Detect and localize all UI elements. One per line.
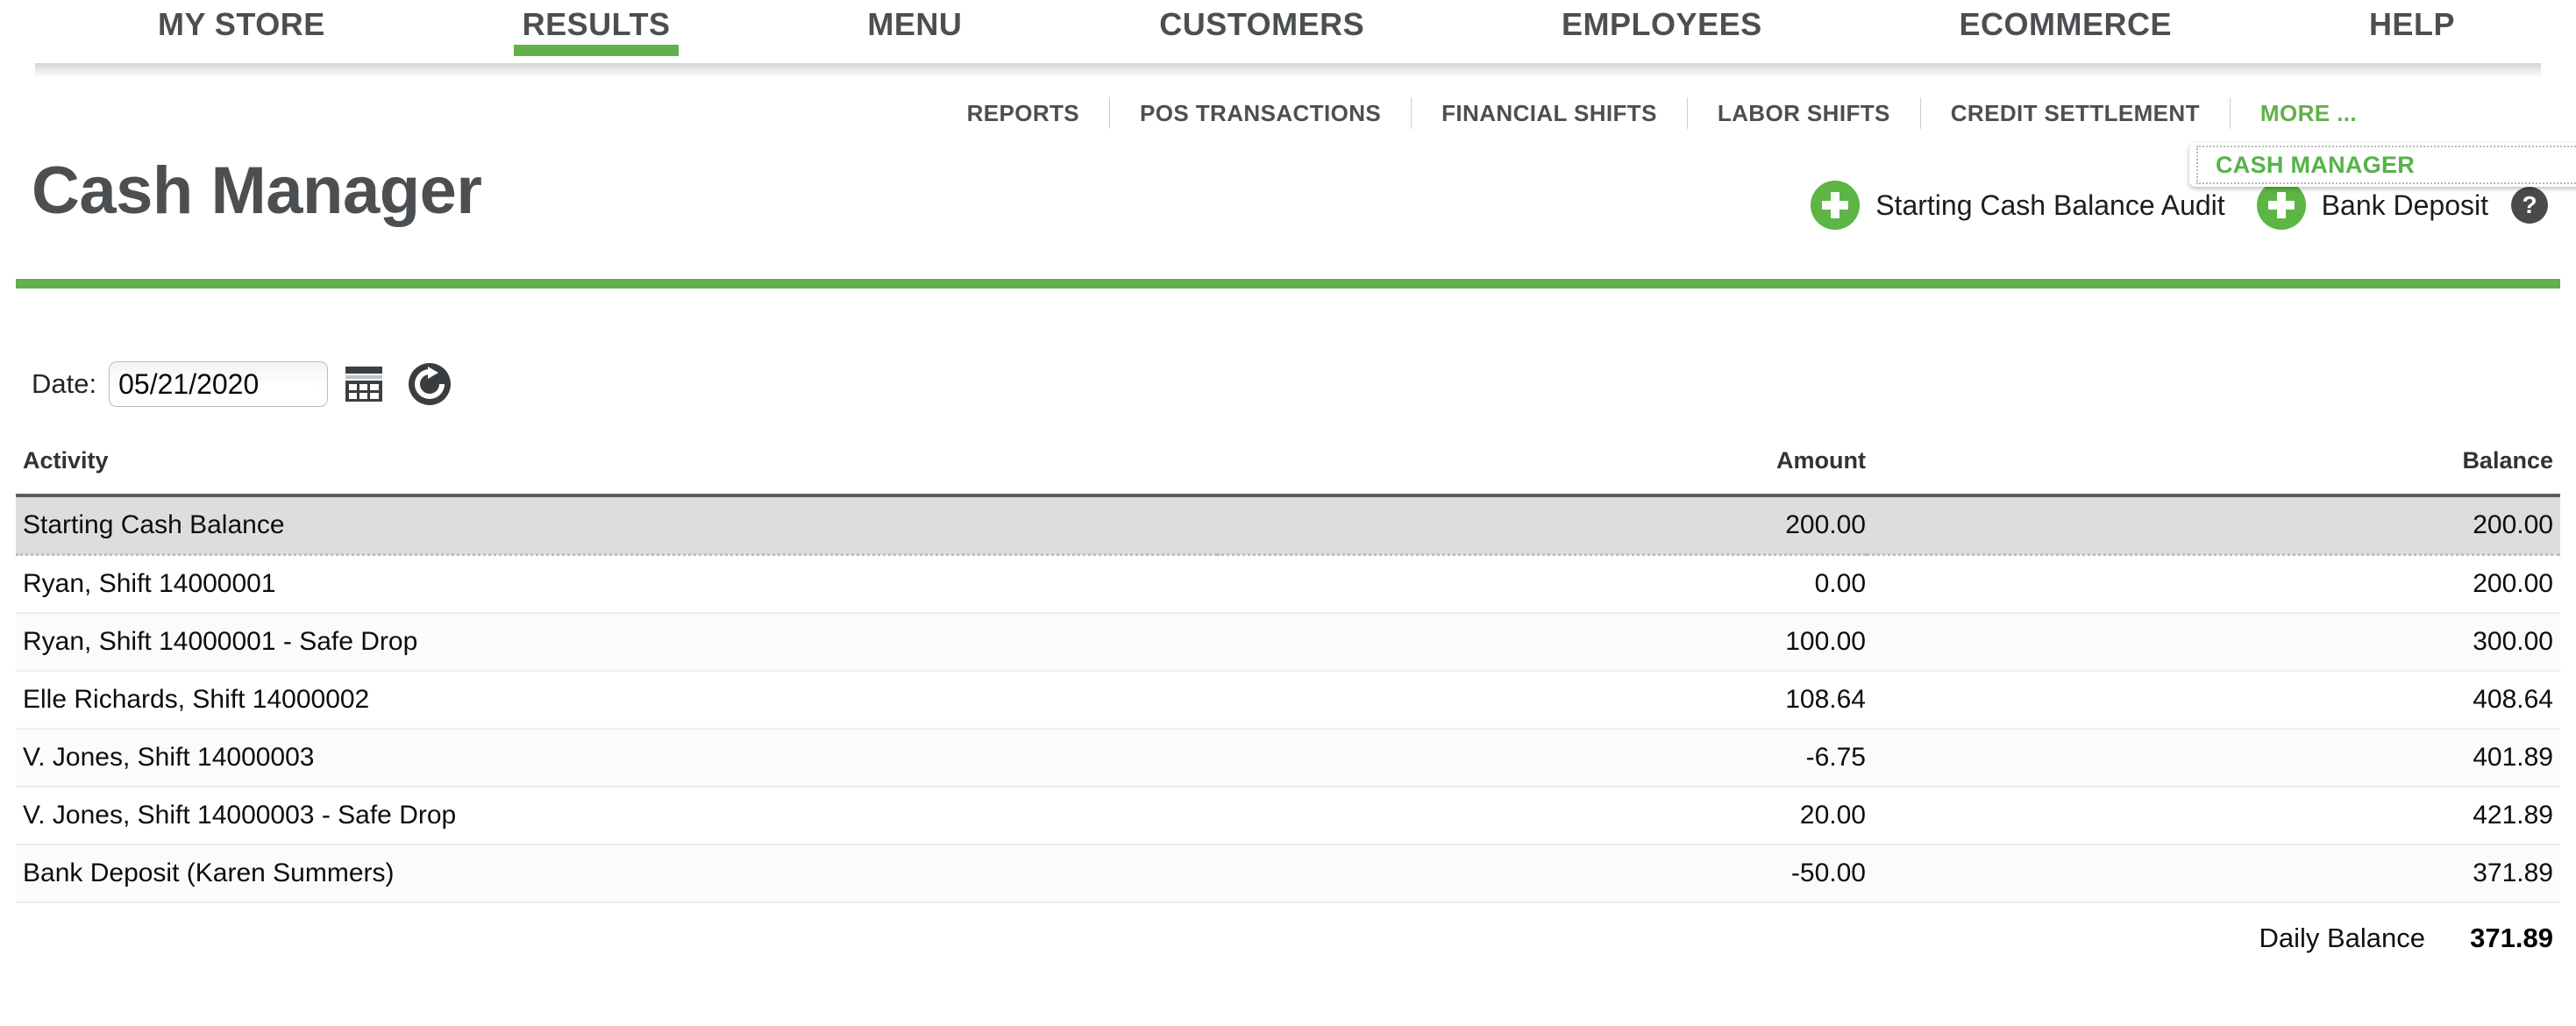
cell-balance: 371.89 xyxy=(2473,859,2553,887)
secondary-nav-item-pos-transactions[interactable]: POS TRANSACTIONS xyxy=(1110,102,1411,125)
primary-nav-item-customers[interactable]: CUSTOMERS xyxy=(1150,0,1373,56)
table-header: Activity Amount Balance xyxy=(16,447,2560,495)
page-title: Cash Manager xyxy=(32,153,482,228)
cell-activity: Starting Cash Balance xyxy=(23,510,285,539)
primary-nav-item-label: CUSTOMERS xyxy=(1159,6,1365,42)
primary-navigation-bar: MY STORE RESULTS MENU CUSTOMERS EMPLOYEES ECO… xyxy=(0,0,2576,63)
calendar-icon[interactable] xyxy=(342,362,386,406)
more-dropdown-panel: CASH MANAGER xyxy=(2189,143,2576,187)
bank-deposit-label: Bank Deposit xyxy=(2321,189,2488,221)
primary-nav-item-label: HELP xyxy=(2368,6,2455,42)
primary-nav-item-label: ECOMMERCE xyxy=(1959,6,2173,42)
help-icon[interactable]: ? xyxy=(2511,187,2548,224)
table-row[interactable]: Elle Richards, Shift 14000002 108.64 408.6… xyxy=(16,671,2560,729)
secondary-nav-item-financial-shifts[interactable]: FINANCIAL SHIFTS xyxy=(1412,102,1687,125)
active-tab-underline xyxy=(513,45,680,56)
cell-balance: 300.00 xyxy=(2473,627,2553,656)
daily-balance-value: 371.89 xyxy=(2470,923,2553,953)
table-row[interactable]: Bank Deposit (Karen Summers) -50.00 371.89 xyxy=(16,844,2560,902)
primary-nav-item-ecommerce[interactable]: ECOMMERCE xyxy=(1951,0,2181,56)
primary-nav-item-results[interactable]: RESULTS xyxy=(513,0,680,56)
cell-activity: Elle Richards, Shift 14000002 xyxy=(23,685,370,714)
table-row[interactable]: Starting Cash Balance 200.00 200.00 xyxy=(16,495,2560,555)
cell-amount: 100.00 xyxy=(1785,627,1866,656)
cell-amount: 0.00 xyxy=(1814,569,1866,598)
cell-activity: Ryan, Shift 14000001 - Safe Drop xyxy=(23,627,418,656)
table-header-row: Activity Amount Balance xyxy=(16,447,2560,495)
daily-balance-label: Daily Balance xyxy=(2259,923,2425,953)
column-header-balance: Balance xyxy=(2462,447,2553,474)
primary-nav-item-help[interactable]: HELP xyxy=(2360,0,2464,56)
primary-nav-item-label: EMPLOYEES xyxy=(1562,6,1762,42)
date-input[interactable] xyxy=(109,361,329,407)
table-row[interactable]: Ryan, Shift 14000001 - Safe Drop 100.00 30… xyxy=(16,613,2560,671)
column-header-activity: Activity xyxy=(23,447,109,474)
refresh-icon[interactable] xyxy=(407,361,452,407)
daily-balance-summary: Daily Balance 371.89 xyxy=(2259,923,2553,954)
filter-bar: Date: xyxy=(32,361,452,407)
primary-nav-item-label: MENU xyxy=(867,6,963,42)
primary-nav-item-employees[interactable]: EMPLOYEES xyxy=(1553,0,1771,56)
primary-nav-item-menu[interactable]: MENU xyxy=(858,0,971,56)
primary-nav-items: MY STORE RESULTS MENU CUSTOMERS EMPLOYEES ECO… xyxy=(149,0,2464,63)
cell-amount: -50.00 xyxy=(1790,859,1866,887)
cell-activity: Bank Deposit (Karen Summers) xyxy=(23,859,395,887)
date-label: Date: xyxy=(32,368,97,399)
cash-activity-table: Activity Amount Balance Starting Cash Ba… xyxy=(16,447,2560,903)
plus-circle-icon xyxy=(1811,181,1861,230)
secondary-navigation-bar: REPORTS POS TRANSACTIONS FINANCIAL SHIFTS L… xyxy=(0,88,2576,139)
cell-balance: 421.89 xyxy=(2473,801,2553,830)
help-glyph: ? xyxy=(2522,191,2537,218)
dropdown-item-label: CASH MANAGER xyxy=(2216,151,2416,178)
cell-balance: 200.00 xyxy=(2473,569,2553,598)
cell-amount: 200.00 xyxy=(1785,510,1866,539)
nav-divider-shadow xyxy=(0,63,2576,77)
cell-activity: V. Jones, Shift 14000003 - Safe Drop xyxy=(23,801,457,830)
cell-amount: 20.00 xyxy=(1799,801,1866,830)
cell-balance: 401.89 xyxy=(2473,743,2553,772)
plus-circle-icon xyxy=(2256,181,2306,230)
cell-activity: V. Jones, Shift 14000003 xyxy=(23,743,315,772)
cell-amount: 108.64 xyxy=(1785,685,1866,714)
table-row[interactable]: V. Jones, Shift 14000003 -6.75 401.89 xyxy=(16,729,2560,787)
cell-activity: Ryan, Shift 14000001 xyxy=(23,569,276,598)
column-header-amount: Amount xyxy=(1776,447,1866,474)
secondary-nav-item-labor-shifts[interactable]: LABOR SHIFTS xyxy=(1688,102,1920,125)
primary-nav-item-my-store[interactable]: MY STORE xyxy=(149,0,334,56)
cell-balance: 408.64 xyxy=(2473,685,2553,714)
cell-amount: -6.75 xyxy=(1805,743,1866,772)
table-row[interactable]: V. Jones, Shift 14000003 - Safe Drop 20.0… xyxy=(16,787,2560,844)
header-action-group: Starting Cash Balance Audit Bank Deposit… xyxy=(1779,181,2548,230)
bank-deposit-button[interactable]: Bank Deposit xyxy=(2256,181,2488,230)
starting-cash-balance-audit-label: Starting Cash Balance Audit xyxy=(1875,189,2225,221)
secondary-nav-item-reports[interactable]: REPORTS xyxy=(937,102,1109,125)
table-row[interactable]: Ryan, Shift 14000001 0.00 200.00 xyxy=(16,554,2560,613)
cell-balance: 200.00 xyxy=(2473,510,2553,539)
secondary-nav-item-more[interactable]: MORE ... xyxy=(2231,102,2357,125)
table-body: Starting Cash Balance 200.00 200.00 Ryan, S… xyxy=(16,495,2560,902)
starting-cash-balance-audit-button[interactable]: Starting Cash Balance Audit xyxy=(1811,181,2225,230)
header-green-rule xyxy=(16,279,2560,289)
secondary-nav-item-credit-settlement[interactable]: CREDIT SETTLEMENT xyxy=(1921,102,2230,125)
primary-nav-item-label: MY STORE xyxy=(158,6,325,42)
dropdown-item-cash-manager[interactable]: CASH MANAGER xyxy=(2196,146,2576,184)
